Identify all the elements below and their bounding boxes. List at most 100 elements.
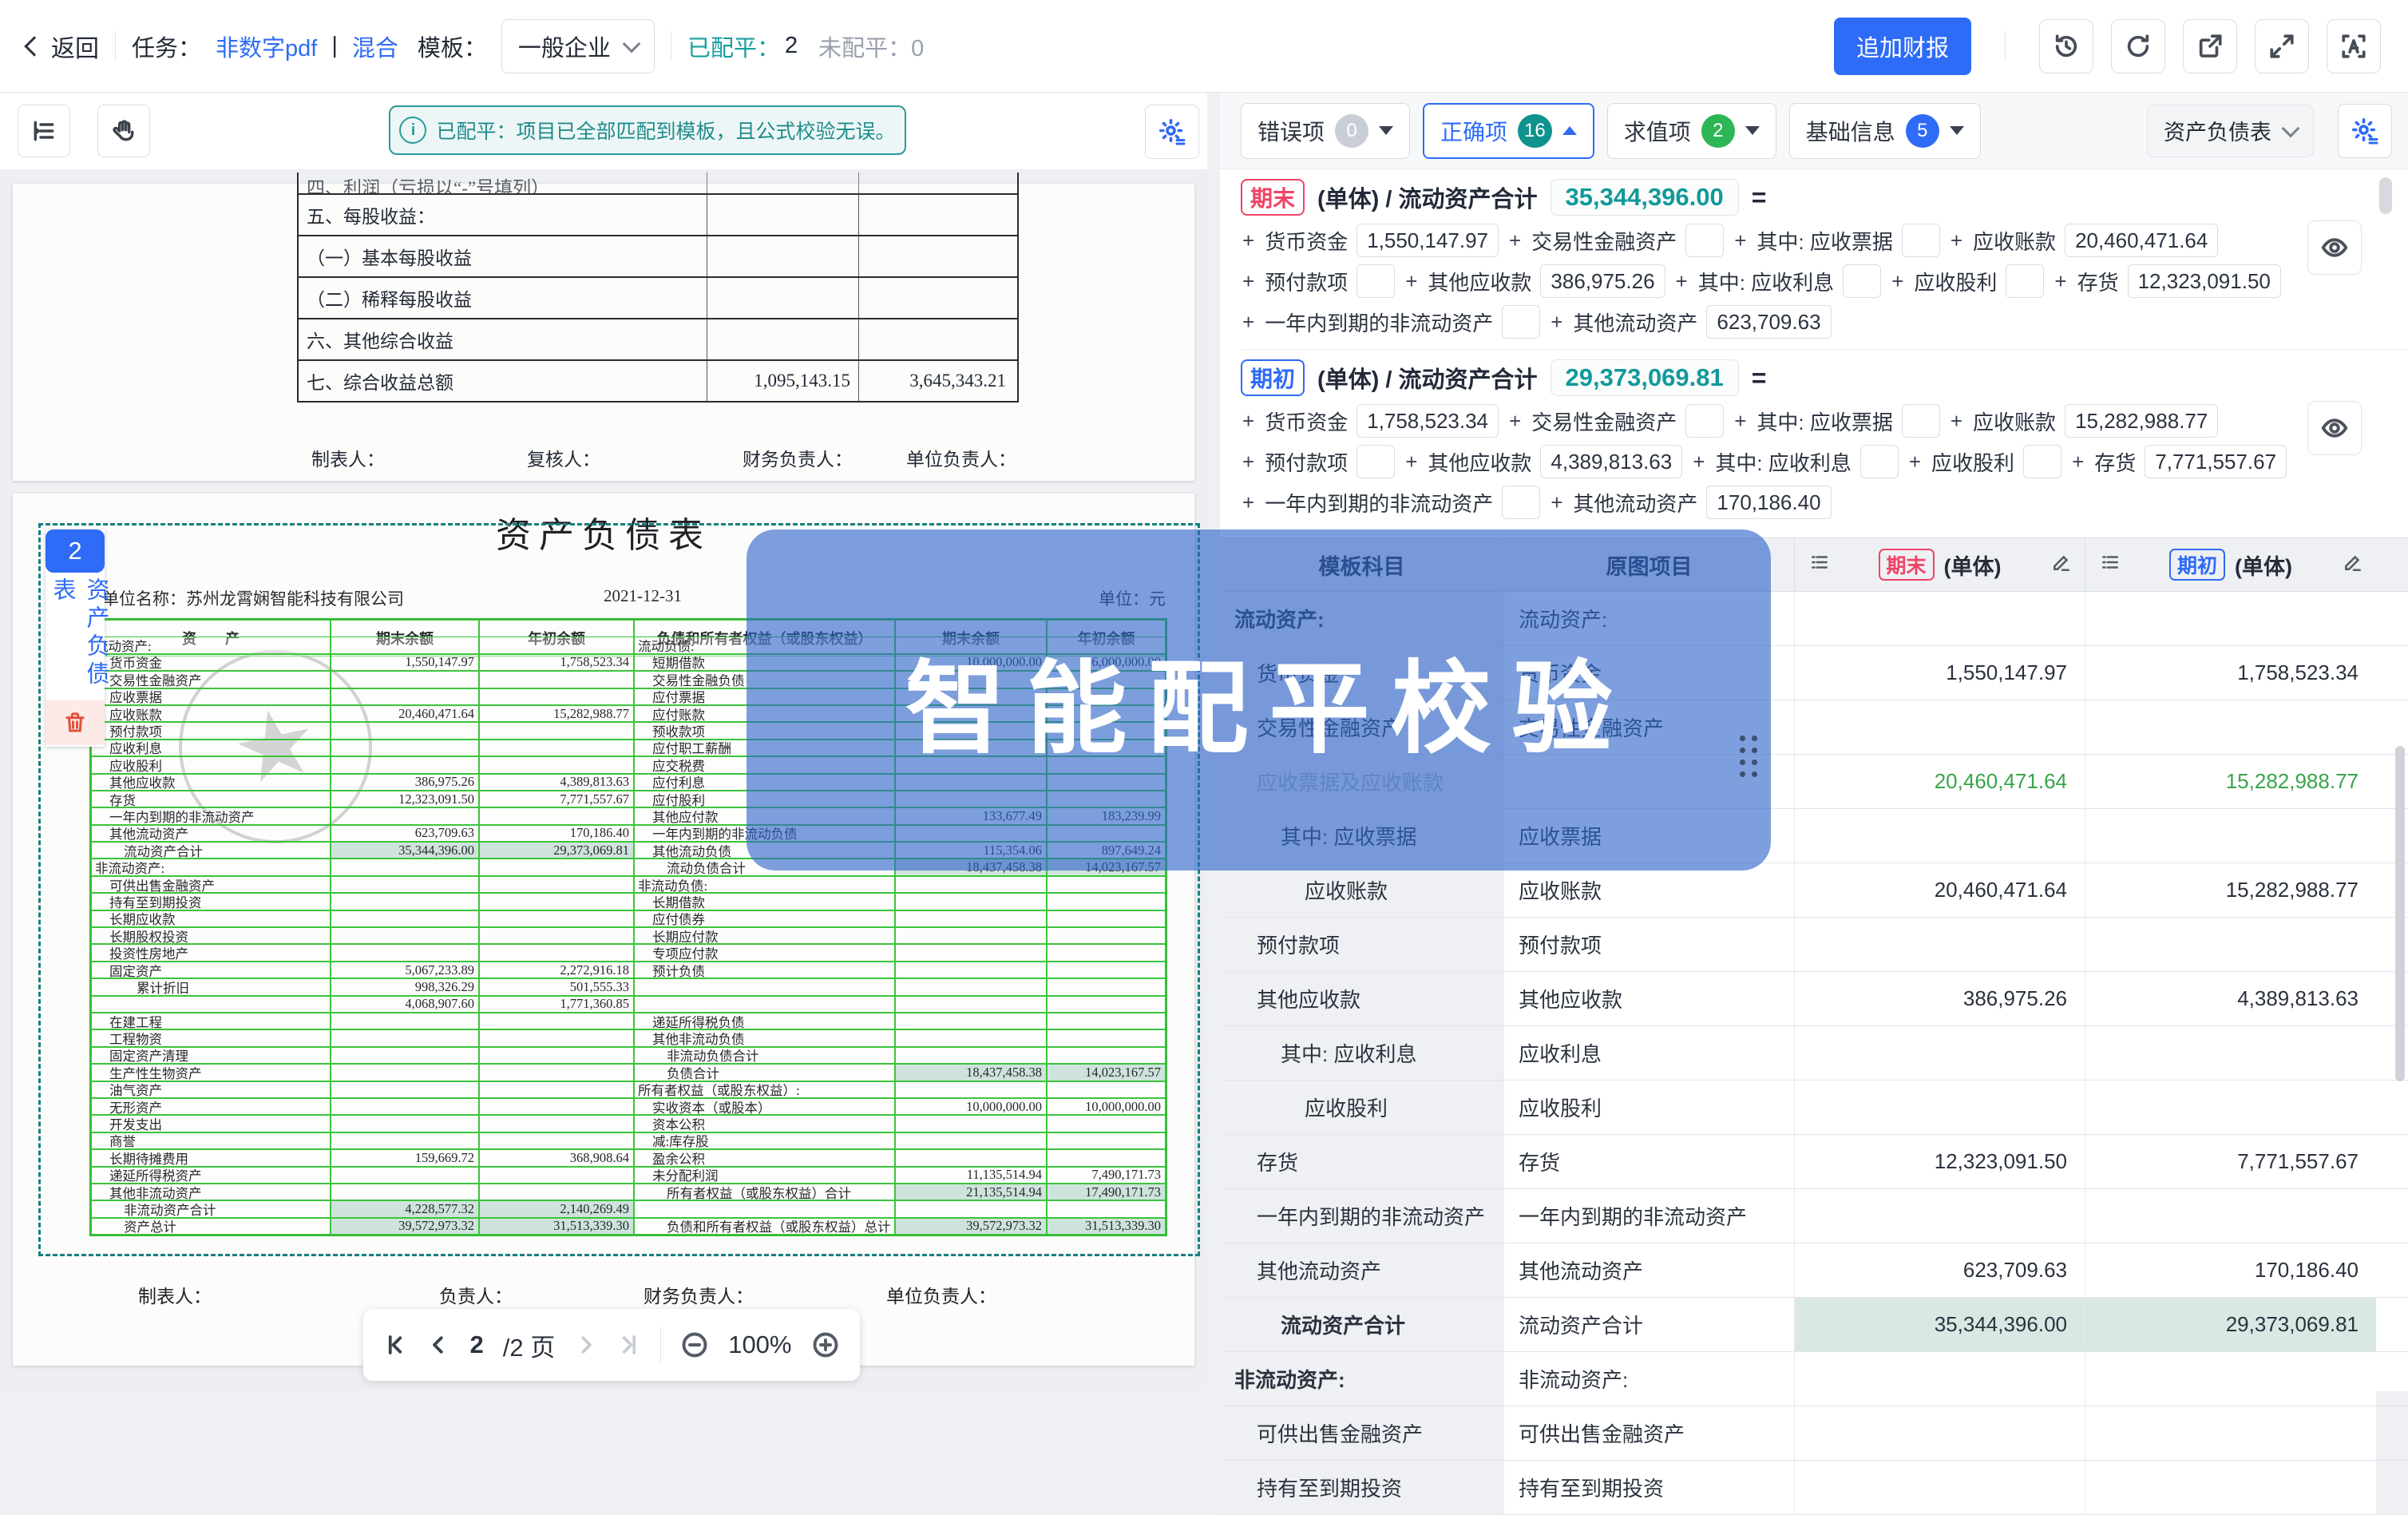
end-balance-cell: 4,068,907.60	[331, 996, 479, 1013]
next-page-button[interactable]	[574, 1333, 598, 1357]
plus-operator: +	[1405, 269, 1417, 294]
formula-term-value-box[interactable]	[1902, 404, 1940, 438]
table-row[interactable]: 预付款项预付款项	[1220, 918, 2408, 972]
end-balance-cell: 1,550,147.97	[331, 654, 479, 671]
append-report-button[interactable]: 追加财报	[1834, 18, 1971, 75]
plus-operator: +	[1242, 310, 1254, 335]
template-select[interactable]: 一般企业	[501, 19, 655, 73]
back-label: 返回	[51, 29, 99, 64]
original-item-cell: 应收利息	[1504, 1026, 1795, 1080]
formula-scope: (单体) / 流动资产合计	[1317, 361, 1538, 395]
formula-term-value-box[interactable]: 1,758,523.34	[1356, 404, 1499, 438]
formula-term-value-box[interactable]	[1902, 224, 1940, 257]
edit-column-icon[interactable]	[2343, 552, 2363, 578]
table-row[interactable]: 可供出售金融资产可供出售金融资产	[1220, 1406, 2408, 1461]
back-button[interactable]: 返回	[27, 29, 99, 64]
formula-term-value-box[interactable]	[2023, 445, 2061, 478]
ocr-button[interactable]	[2327, 19, 2381, 73]
liability-label-cell: 负债和所有者权益（或股东权益）总计	[634, 1218, 895, 1235]
formula-term-value-box[interactable]	[1356, 445, 1395, 478]
formula-term-label: 货币资金	[1265, 226, 1348, 256]
highlight-on-document-button[interactable]	[2307, 220, 2362, 275]
zoom-in-button[interactable]	[811, 1331, 840, 1359]
formula-term-value-box[interactable]: 170,186.40	[1706, 486, 1831, 519]
last-page-button[interactable]	[617, 1333, 641, 1357]
table-row[interactable]: 其他应收款其他应收款386,975.264,389,813.63	[1220, 972, 2408, 1026]
table-row[interactable]: 持有至到期投资持有至到期投资	[1220, 1461, 2408, 1515]
document-settings-button[interactable]	[1145, 105, 1199, 159]
begin-value-cell: 4,389,813.63	[2085, 972, 2376, 1025]
end-value-cell: 20,460,471.64	[1795, 755, 2085, 808]
formula-term-value-box[interactable]	[2006, 264, 2044, 298]
formula-total-value[interactable]: 29,373,069.81	[1551, 359, 1739, 396]
tab-错误项[interactable]: 错误项0	[1241, 103, 1410, 159]
begin-balance-cell: 1,758,523.34	[479, 654, 634, 671]
table-row[interactable]: 应收股利应收股利	[1220, 1081, 2408, 1135]
begin-value-cell	[2085, 918, 2376, 971]
formula-term-value-box[interactable]	[1685, 404, 1724, 438]
sheet-page-tab[interactable]: 2 资产负债表	[46, 529, 105, 747]
row-label: （二）稀释每股收益	[299, 278, 707, 318]
begin-balance-cell	[479, 1064, 634, 1081]
table-row[interactable]: 其他流动资产其他流动资产623,709.63170,186.40	[1220, 1243, 2408, 1298]
asset-label-cell: 累计折旧	[91, 978, 331, 995]
delete-sheet-button[interactable]	[46, 700, 105, 745]
current-page[interactable]: 2	[469, 1331, 483, 1359]
begin-balance-cell	[479, 1013, 634, 1029]
tab-基础信息[interactable]: 基础信息5	[1789, 103, 1981, 159]
table-row[interactable]: 非流动资产:非流动资产:	[1220, 1352, 2408, 1406]
export-button[interactable]	[2183, 19, 2237, 73]
overlay-drag-handle[interactable]	[1740, 736, 1758, 778]
liability-label-cell: 盈余公积	[634, 1149, 895, 1166]
end-balance-cell: 4,228,577.32	[331, 1200, 479, 1217]
prev-page-button[interactable]	[426, 1333, 450, 1357]
fullscreen-button[interactable]	[2255, 19, 2309, 73]
plus-operator: +	[1734, 228, 1746, 253]
history-button[interactable]	[2039, 19, 2093, 73]
income-statement-fragment: 四、利润（亏损以“-”号填列）五、每股收益：（一）基本每股收益（二）稀释每股收益…	[297, 173, 1019, 403]
column-menu-icon[interactable]	[2100, 552, 2121, 578]
end-value-cell: 386,975.26	[1795, 972, 2085, 1025]
refresh-button[interactable]	[2111, 19, 2165, 73]
formula-term-value-box[interactable]: 15,282,988.77	[2065, 404, 2218, 438]
table-row[interactable]: 一年内到期的非流动资产一年内到期的非流动资产	[1220, 1189, 2408, 1243]
task-type-link[interactable]: 非数字pdf	[216, 30, 317, 63]
first-page-button[interactable]	[383, 1333, 407, 1357]
formula-term-value-box[interactable]: 386,975.26	[1540, 264, 1665, 298]
column-menu-icon[interactable]	[1809, 552, 1830, 578]
table-row[interactable]: 其中: 应收利息应收利息	[1220, 1026, 2408, 1081]
zoom-out-button[interactable]	[680, 1331, 709, 1359]
formula-term-value-box[interactable]	[1502, 305, 1540, 339]
formula-term-value-box[interactable]	[1502, 486, 1540, 519]
formula-term-value-box[interactable]: 1,550,147.97	[1356, 224, 1499, 257]
template-subject-cell: 其他流动资产	[1220, 1243, 1504, 1297]
formula-term-value-box[interactable]	[1356, 264, 1395, 298]
formula-term-value-box[interactable]: 12,323,091.50	[2128, 264, 2281, 298]
panel-settings-button[interactable]	[2338, 104, 2392, 158]
table-row[interactable]: 应收账款应收账款20,460,471.6415,282,988.77	[1220, 863, 2408, 918]
formula-term-value-box[interactable]: 4,389,813.63	[1540, 445, 1682, 478]
tab-求值项[interactable]: 求值项2	[1607, 103, 1776, 159]
task-mode-link[interactable]: 混合	[352, 30, 398, 63]
formula-term-value-box[interactable]: 623,709.63	[1706, 305, 1831, 339]
outline-toggle-button[interactable]	[18, 105, 70, 157]
smart-balance-overlay: 智能配平校验	[747, 529, 1771, 871]
table-scrollbar-thumb[interactable]	[2395, 746, 2405, 1081]
formula-total-value[interactable]: 35,344,396.00	[1551, 179, 1739, 216]
highlight-on-document-button[interactable]	[2307, 401, 2362, 455]
original-item-cell: 其他应收款	[1504, 972, 1795, 1025]
formula-term-value-box[interactable]	[1860, 445, 1899, 478]
formula-term-value-box[interactable]: 7,771,557.67	[2145, 445, 2287, 478]
plus-operator: +	[1951, 228, 1962, 253]
signature-label: 负责人：	[439, 1281, 513, 1308]
table-row[interactable]: 流动资产合计流动资产合计35,344,396.0029,373,069.81	[1220, 1298, 2408, 1352]
edit-column-icon[interactable]	[2051, 552, 2072, 578]
formula-term-value-box[interactable]	[1843, 264, 1881, 298]
tab-正确项[interactable]: 正确项16	[1423, 103, 1594, 159]
table-row[interactable]: 存货存货12,323,091.507,771,557.67	[1220, 1135, 2408, 1189]
pan-tool-button[interactable]	[97, 105, 150, 157]
sheet-type-select[interactable]: 资产负债表	[2147, 105, 2314, 157]
end-balance-cell	[331, 944, 479, 961]
formula-term-value-box[interactable]: 20,460,471.64	[2065, 224, 2218, 257]
formula-term-value-box[interactable]	[1685, 224, 1724, 257]
